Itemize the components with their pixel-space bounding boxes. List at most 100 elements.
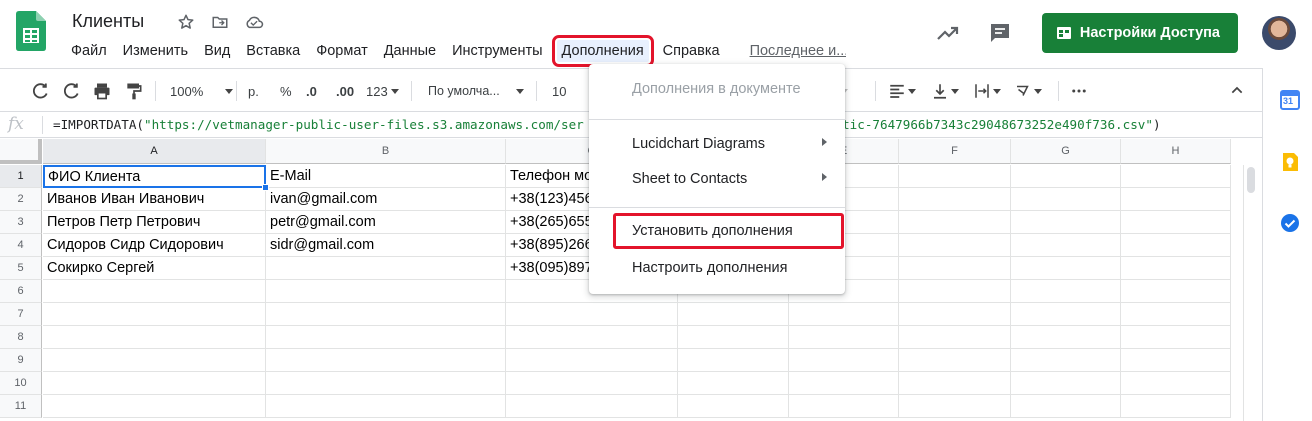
row-header[interactable]: 8 (0, 326, 42, 349)
scrollbar-thumb[interactable] (1247, 167, 1255, 193)
row-header[interactable]: 1 (0, 165, 42, 188)
grid-cell[interactable] (266, 303, 506, 326)
row-header[interactable]: 6 (0, 280, 42, 303)
grid-cell[interactable] (1011, 326, 1121, 349)
menu-file[interactable]: Файл (63, 40, 115, 62)
grid-cell[interactable]: Иванов Иван Иванович (43, 188, 266, 211)
text-wrap-icon[interactable] (973, 69, 1001, 113)
grid-cell[interactable] (1121, 303, 1231, 326)
grid-cell[interactable] (266, 372, 506, 395)
share-button[interactable]: Настройки Доступа (1041, 13, 1238, 53)
row-header[interactable]: 4 (0, 234, 42, 257)
grid-cell[interactable] (43, 326, 266, 349)
print-icon[interactable] (92, 69, 112, 113)
grid-cell[interactable] (506, 326, 678, 349)
menu-data[interactable]: Данные (376, 40, 444, 62)
grid-cell[interactable] (1121, 165, 1231, 188)
grid-cell[interactable] (678, 326, 789, 349)
grid-cell[interactable] (678, 372, 789, 395)
menu-edit[interactable]: Изменить (115, 40, 196, 62)
user-avatar[interactable] (1262, 16, 1296, 50)
zoom-select[interactable]: 100% (170, 69, 234, 113)
grid-cell[interactable] (899, 372, 1011, 395)
grid-cell[interactable] (1121, 372, 1231, 395)
lucidchart-diagrams-item[interactable]: Lucidchart Diagrams (589, 127, 845, 161)
grid-cell[interactable] (1121, 349, 1231, 372)
percent-format-button[interactable]: % (280, 69, 292, 113)
grid-cell[interactable]: Сидоров Сидр Сидорович (43, 234, 266, 257)
more-formats-select[interactable]: 123 (366, 69, 399, 113)
grid-cell[interactable] (266, 326, 506, 349)
row-header[interactable]: 2 (0, 188, 42, 211)
grid-cell[interactable] (899, 257, 1011, 280)
grid-cell[interactable] (789, 372, 899, 395)
keep-notes-icon[interactable] (1280, 152, 1300, 172)
manage-addons-item[interactable]: Настроить дополнения (589, 251, 845, 285)
row-header[interactable]: 11 (0, 395, 42, 418)
move-folder-icon[interactable] (210, 12, 230, 32)
star-icon[interactable] (176, 12, 196, 32)
menu-view[interactable]: Вид (196, 40, 238, 62)
grid-cell[interactable] (899, 280, 1011, 303)
grid-cell[interactable] (506, 395, 678, 418)
tasks-icon[interactable] (1280, 213, 1300, 233)
grid-cell[interactable] (899, 395, 1011, 418)
font-size-select[interactable]: 10 (552, 69, 566, 113)
column-header-g[interactable]: G (1011, 139, 1121, 164)
row-header[interactable]: 3 (0, 211, 42, 234)
grid-cell[interactable] (506, 303, 678, 326)
calendar-icon[interactable]: 31 (1280, 90, 1300, 110)
grid-cell[interactable] (1011, 188, 1121, 211)
grid-cell[interactable] (43, 372, 266, 395)
grid-cell[interactable] (1011, 165, 1121, 188)
row-header[interactable]: 10 (0, 372, 42, 395)
comments-icon[interactable] (980, 13, 1020, 53)
grid-cell[interactable] (506, 349, 678, 372)
row-header[interactable]: 7 (0, 303, 42, 326)
menu-addons[interactable]: Дополнения (551, 35, 654, 67)
grid-cell[interactable]: Сокирко Сергей (43, 257, 266, 280)
collapse-menu-chevron-up-icon[interactable] (1226, 79, 1248, 101)
grid-cell[interactable] (1121, 188, 1231, 211)
grid-cell[interactable] (899, 234, 1011, 257)
fill-handle[interactable] (262, 184, 269, 191)
menu-format[interactable]: Формат (308, 40, 376, 62)
grid-cell[interactable] (1011, 349, 1121, 372)
grid-cell[interactable] (1011, 395, 1121, 418)
decrease-decimal-button[interactable]: .0 (306, 69, 317, 113)
grid-cell[interactable] (1011, 234, 1121, 257)
grid-cell[interactable] (789, 303, 899, 326)
grid-cell[interactable] (1011, 257, 1121, 280)
document-title[interactable]: Клиенты (72, 11, 144, 32)
grid-cell[interactable] (678, 349, 789, 372)
grid-cell[interactable] (43, 349, 266, 372)
install-addons-item[interactable]: Установить дополнения (613, 213, 844, 249)
grid-cell[interactable] (1121, 257, 1231, 280)
grid-cell[interactable] (1121, 280, 1231, 303)
grid-cell[interactable] (789, 395, 899, 418)
grid-cell[interactable] (899, 303, 1011, 326)
activity-trend-icon[interactable] (928, 13, 968, 53)
font-family-select[interactable]: По умолча... (428, 69, 524, 113)
column-header-f[interactable]: F (899, 139, 1011, 164)
column-header-b[interactable]: B (266, 139, 506, 164)
grid-cell[interactable] (1121, 211, 1231, 234)
undo-icon[interactable] (30, 69, 50, 113)
menu-help[interactable]: Справка (655, 40, 728, 62)
active-cell[interactable]: ФИО Клиента (43, 165, 266, 188)
grid-cell[interactable] (899, 349, 1011, 372)
grid-cell[interactable] (1011, 280, 1121, 303)
grid-cell[interactable] (266, 280, 506, 303)
column-header-a[interactable]: A (43, 139, 266, 164)
sheets-logo[interactable] (16, 11, 46, 51)
column-header-h[interactable]: H (1121, 139, 1231, 164)
grid-cell[interactable] (899, 165, 1011, 188)
grid-cell[interactable] (266, 257, 506, 280)
grid-cell[interactable]: petr@gmail.com (266, 211, 506, 234)
grid-cell[interactable] (899, 326, 1011, 349)
grid-cell[interactable] (506, 372, 678, 395)
grid-cell[interactable] (1011, 303, 1121, 326)
grid-cell[interactable]: ivan@gmail.com (266, 188, 506, 211)
text-rotation-icon[interactable] (1014, 69, 1042, 113)
more-options-icon[interactable] (1070, 69, 1088, 113)
